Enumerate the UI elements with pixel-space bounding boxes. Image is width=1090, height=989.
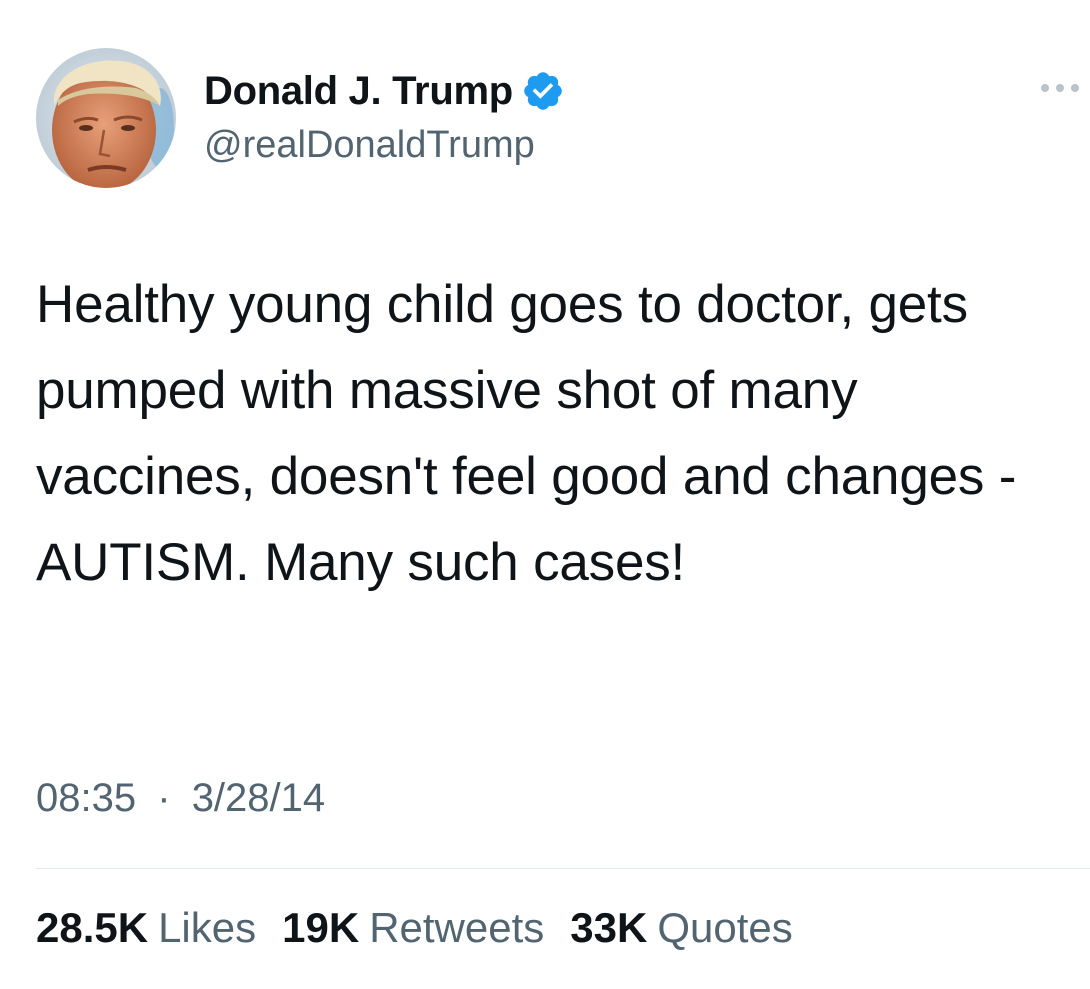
likes-count[interactable]: 28.5K Likes — [36, 904, 256, 952]
tweet-time[interactable]: 08:35 — [36, 776, 136, 820]
author-handle[interactable]: @realDonaldTrump — [204, 124, 535, 167]
tweet-date[interactable]: 3/28/14 — [192, 776, 325, 820]
more-options-icon[interactable] — [1038, 76, 1082, 100]
stats-divider — [36, 868, 1090, 869]
quotes-value: 33K — [570, 904, 648, 951]
author-name-row[interactable]: Donald J. Trump — [204, 66, 565, 116]
retweets-count[interactable]: 19K Retweets — [282, 904, 544, 952]
retweets-label: Retweets — [369, 904, 545, 951]
engagement-stats: 28.5K Likes 19K Retweets 33K Quotes — [36, 904, 819, 952]
verified-badge-icon — [521, 69, 565, 113]
author-display-name[interactable]: Donald J. Trump — [204, 69, 513, 114]
likes-label: Likes — [158, 904, 257, 951]
quotes-count[interactable]: 33K Quotes — [570, 904, 792, 952]
avatar-photo-icon — [36, 48, 176, 188]
timestamp-separator: · — [157, 776, 171, 820]
quotes-label: Quotes — [657, 904, 793, 951]
likes-value: 28.5K — [36, 904, 149, 951]
tweet-timestamp[interactable]: 08:35 · 3/28/14 — [36, 776, 325, 821]
author-avatar[interactable] — [36, 48, 176, 188]
tweet-text: Healthy young child goes to doctor, gets… — [36, 275, 1017, 592]
tweet-card: Donald J. Trump @realDonaldTrump Healthy… — [0, 0, 1090, 989]
retweets-value: 19K — [282, 904, 360, 951]
